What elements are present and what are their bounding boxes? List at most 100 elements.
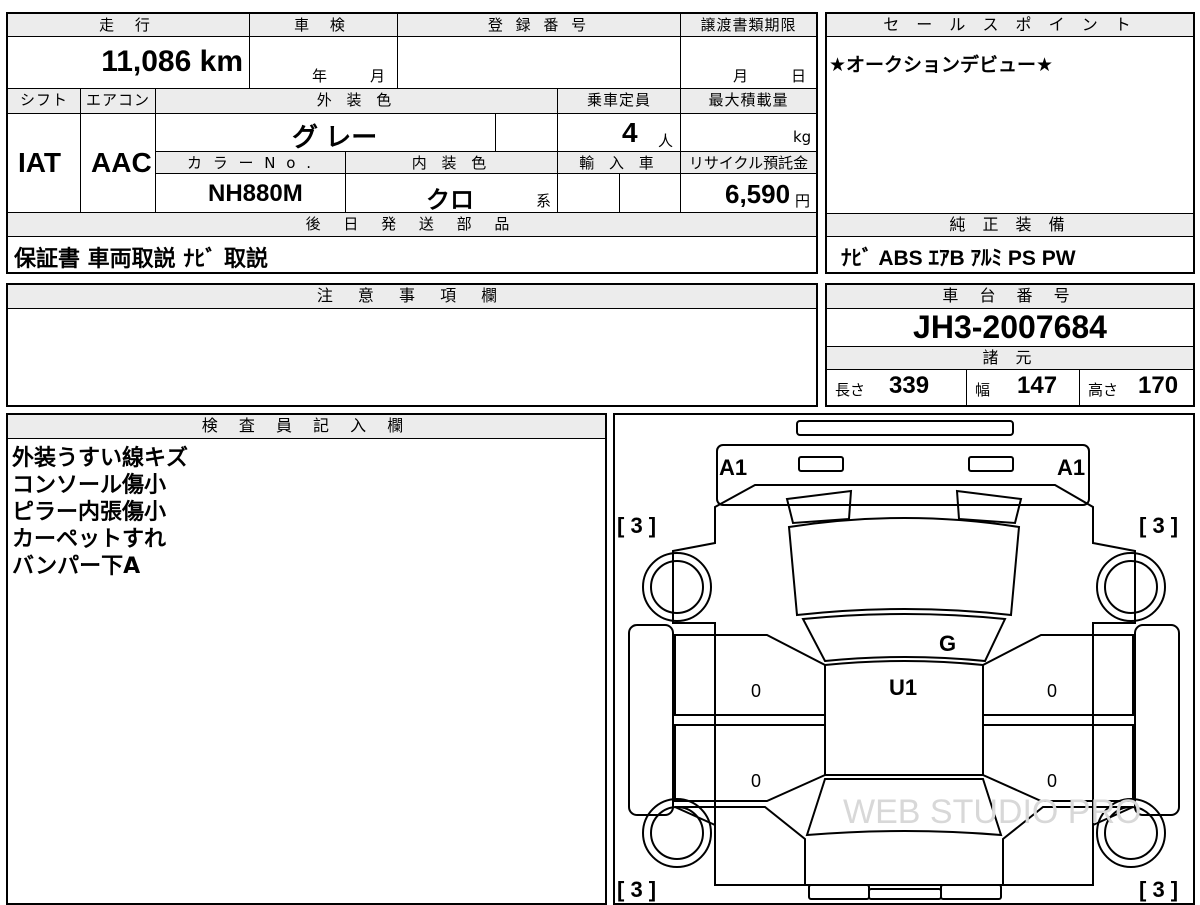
transfer-deadline-cell: 月 日 (681, 37, 816, 89)
length-value: 339 (889, 372, 930, 399)
shaken-year-label: 年 (312, 67, 328, 85)
chassis-header: 車 台 番 号 (827, 285, 1193, 309)
color-no-cell: NH880M (156, 174, 346, 213)
chassis-box: 車 台 番 号 JH3-2007684 諸 元 長さ 339 幅 147 高さ … (825, 283, 1195, 407)
max-load-cell: kg (681, 114, 816, 152)
shift-value: IAT (18, 147, 62, 178)
color-no-header: カ ラ ー N o . (156, 152, 346, 174)
capacity-header: 乗車定員 (558, 89, 681, 114)
label-3-top-right: [ 3 ] (1139, 513, 1178, 538)
inspector-note: コンソール傷小 (12, 473, 167, 498)
watermark: WEB STUDIO PRO (843, 793, 1141, 831)
recycle-cell: 6,590 円 (681, 174, 816, 213)
ac-cell: AAC (81, 114, 156, 213)
wheel-rear-left (642, 798, 712, 868)
exterior-color-extra-cell (496, 114, 558, 152)
interior-color-value: クロ (426, 187, 474, 214)
label-0-right-rear: 0 (1047, 771, 1057, 791)
label-3-bottom-right: [ 3 ] (1139, 877, 1178, 902)
height-label: 高さ (1088, 381, 1119, 399)
rear-bumper-left (808, 884, 870, 900)
inspector-note: ピラー内張傷小 (12, 500, 167, 525)
recycle-value: 6,590 (725, 179, 791, 209)
dims-header: 諸 元 (827, 346, 1193, 370)
inspector-note: カーペットすれ (12, 527, 167, 552)
capacity-cell: 4 人 (558, 114, 681, 152)
door-right-front (982, 634, 1134, 716)
mileage-header: 走 行 (8, 14, 250, 37)
inspector-box: 検 査 員 記 入 欄 外装うすい線キズ コンソール傷小 ピラー内張傷小 カーペ… (6, 413, 607, 905)
inspector-note: 外装うすい線キズ (12, 446, 189, 471)
wheel-front-left-inner (650, 560, 704, 614)
registration-header: 登 録 番 号 (398, 14, 681, 37)
roof-bar (796, 420, 1014, 436)
capacity-unit: 人 (658, 132, 674, 150)
ac-header: エアコン (81, 89, 156, 114)
max-load-unit: kg (793, 128, 812, 146)
label-0-left-front: 0 (751, 681, 761, 701)
shaken-cell: 年 月 (250, 37, 398, 89)
width-value: 147 (1017, 372, 1058, 399)
inspector-header: 検 査 員 記 入 欄 (8, 415, 605, 439)
length-cell: 長さ 339 (827, 369, 967, 405)
rear-bumper-right (940, 884, 1002, 900)
wheel-rear-left-inner (650, 806, 704, 860)
headlight-left (785, 489, 853, 525)
wheel-front-right (1096, 552, 1166, 622)
sales-point-text: ★オークションデビュー★ (829, 54, 1054, 76)
equipment-header: 純 正 装 備 (827, 214, 1193, 237)
door-right-rear (982, 724, 1134, 802)
width-cell: 幅 147 (967, 369, 1080, 405)
capacity-value: 4 (622, 117, 638, 148)
side-panel-left (628, 624, 674, 816)
height-cell: 高さ 170 (1080, 369, 1193, 405)
shift-header: シフト (8, 89, 81, 114)
caution-box: 注 意 事 項 欄 (6, 283, 818, 407)
mileage-value: 11,086 km (101, 45, 243, 78)
transfer-day-label: 日 (791, 67, 807, 85)
recycle-unit: 円 (795, 192, 811, 210)
label-0-right-front: 0 (1047, 681, 1057, 701)
shaken-header: 車 検 (250, 14, 398, 37)
label-a1-right: A1 (1057, 455, 1085, 480)
length-label: 長さ (835, 381, 866, 399)
front-light-right (968, 456, 1014, 472)
height-value: 170 (1138, 372, 1179, 399)
interior-color-header: 内 装 色 (346, 152, 558, 174)
quarter-left (674, 806, 806, 886)
car-diagram: A1 A1 [ 3 ] [ 3 ] [ 3 ] [ 3 ] G U1 0 0 0… (617, 420, 1180, 902)
vehicle-spec-table: 走 行 車 検 登 録 番 号 譲渡書類期限 11,086 km 年 月 月 日… (6, 12, 818, 274)
sales-point-box: セ ー ル ス ポ イ ン ト ★オークションデビュー★ 純 正 装 備 ﾅﾋﾞ… (825, 12, 1195, 274)
car-diagram-box: A1 A1 [ 3 ] [ 3 ] [ 3 ] [ 3 ] G U1 0 0 0… (613, 413, 1195, 905)
transfer-month-label: 月 (733, 67, 749, 85)
exterior-color-value: グ レー (292, 122, 378, 152)
wheel-front-right-inner (1104, 560, 1158, 614)
caution-header: 注 意 事 項 欄 (8, 285, 816, 309)
ac-value: AAC (91, 147, 152, 178)
color-no-value: NH880M (208, 180, 303, 207)
hood-lower (801, 613, 1007, 663)
interior-color-cell: クロ 系 (346, 174, 558, 214)
shift-cell: IAT (8, 114, 81, 213)
wheel-front-left (642, 552, 712, 622)
import-cell-b (620, 174, 681, 213)
exterior-color-header: 外 装 色 (156, 89, 558, 114)
inspector-notes: 外装うすい線キズ コンソール傷小 ピラー内張傷小 カーペットすれ バンパー下A (12, 445, 188, 580)
label-u1: U1 (889, 675, 917, 700)
inspector-note: バンパー下A (12, 554, 141, 579)
label-3-top-left: [ 3 ] (617, 513, 656, 538)
import-header: 輸 入 車 (558, 152, 681, 174)
recycle-header: リサイクル預託金 (681, 152, 816, 174)
sales-point-header: セ ー ル ス ポ イ ン ト (827, 14, 1193, 37)
parts-header: 後 日 発 送 部 品 (8, 213, 816, 237)
exterior-color-cell: グ レー (156, 114, 496, 152)
label-g: G (939, 631, 956, 656)
label-3-bottom-left: [ 3 ] (617, 877, 656, 902)
rear-bumper-mid (868, 888, 942, 900)
label-0-left-rear: 0 (751, 771, 761, 791)
parts-value: 保証書 車両取説 ﾅﾋﾞ 取説 (14, 247, 268, 272)
door-left-rear (674, 724, 826, 802)
max-load-header: 最大積載量 (681, 89, 816, 114)
door-left-front (674, 634, 826, 716)
registration-cell (398, 37, 681, 89)
